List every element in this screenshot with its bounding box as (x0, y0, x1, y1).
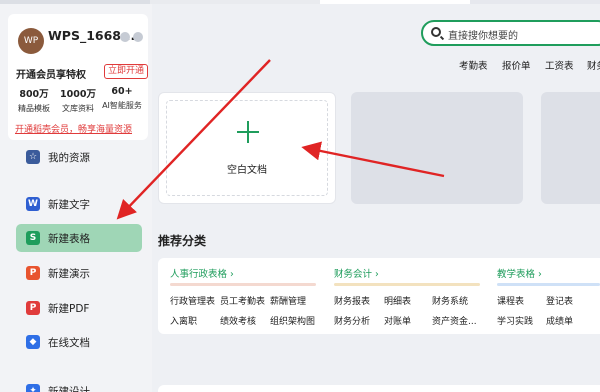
category-teaching-link[interactable]: 教学表格 › (497, 266, 542, 280)
category-title: 教学表格 (497, 269, 536, 280)
category-underline (497, 283, 600, 286)
avatar[interactable]: WP (18, 28, 44, 54)
category-hr-link[interactable]: 人事行政表格 › (170, 266, 234, 280)
nav-label: 新建表格 (48, 233, 90, 245)
stat-value: 1000万 (60, 89, 96, 100)
stat-library[interactable]: 1000万 文库资料 (56, 86, 100, 114)
category-item[interactable]: 组织架构图 (270, 314, 315, 327)
stat-value: 800万 (19, 89, 49, 100)
nav-label: 在线文档 (48, 337, 90, 349)
category-item[interactable]: 登记表 (546, 294, 573, 307)
blank-document-card[interactable]: 空白文档 (158, 92, 336, 204)
stat-templates[interactable]: 800万 精品模板 (12, 86, 56, 114)
chevron-right-icon: › (375, 269, 379, 280)
chevron-right-icon: › (538, 269, 542, 280)
category-item[interactable]: 入离职 (170, 314, 197, 327)
template-card-placeholder[interactable] (351, 92, 523, 204)
category-item[interactable]: 财务报表 (334, 294, 370, 307)
nav-my-resources[interactable]: ☆ 我的资源 (16, 143, 142, 171)
blank-document-label: 空白文档 (227, 165, 267, 176)
search-icon (431, 27, 441, 37)
category-item[interactable]: 明细表 (384, 294, 411, 307)
category-title: 人事行政表格 (170, 269, 228, 280)
stat-label: 文库资料 (62, 104, 94, 113)
section-title: 推荐分类 (158, 234, 207, 248)
quick-link-finance[interactable]: 财务 (587, 58, 600, 72)
category-underline (334, 283, 480, 286)
nav-label: 新建设计 (48, 386, 90, 392)
plus-icon (237, 121, 259, 143)
category-item[interactable]: 行政管理表 (170, 294, 215, 307)
category-item[interactable]: 课程表 (497, 294, 524, 307)
nav-online-doc[interactable]: ◆ 在线文档 (16, 328, 142, 356)
category-item[interactable]: 对账单 (384, 314, 411, 327)
sheet-icon: S (26, 231, 40, 245)
nav-new-doc[interactable]: W 新建文字 (16, 190, 142, 218)
search-box[interactable]: 直接搜你想要的 (421, 20, 600, 46)
panel-edge (158, 385, 600, 392)
category-item[interactable]: 学习实践 (497, 314, 533, 327)
design-icon: ✦ (26, 384, 40, 392)
dashed-border (166, 100, 328, 196)
online-doc-icon: ◆ (26, 335, 40, 349)
nav-label: 我的资源 (48, 152, 90, 164)
category-underline (170, 283, 316, 286)
stat-label: AI智能服务 (102, 101, 142, 110)
quick-link-attendance[interactable]: 考勤表 (459, 58, 488, 72)
category-item[interactable]: 薪酬管理 (270, 294, 306, 307)
vip-badge-icon (133, 32, 143, 42)
quick-link-payroll[interactable]: 工资表 (545, 58, 574, 72)
category-item[interactable]: 资产资金... (432, 314, 477, 327)
sidebar: WP WPS_1668... 开通会员享特权 立即开通 800万 精品模板 10… (0, 4, 152, 392)
nav-label: 新建文字 (48, 199, 90, 211)
promo-link[interactable]: 开通稻壳会员，畅享海量资源 (15, 122, 132, 135)
pdf-icon: P (26, 301, 40, 315)
category-title: 财务会计 (334, 269, 373, 280)
category-item[interactable]: 绩效考核 (220, 314, 256, 327)
nav-new-design[interactable]: ✦ 新建设计 (16, 377, 142, 392)
chevron-right-icon: › (230, 269, 234, 280)
category-item[interactable]: 员工考勤表 (220, 294, 265, 307)
category-finance-link[interactable]: 财务会计 › (334, 266, 379, 280)
quick-link-quotation[interactable]: 报价单 (502, 58, 531, 72)
word-icon: W (26, 197, 40, 211)
vip-title: 开通会员享特权 (16, 70, 86, 81)
level-badge-icon (120, 32, 130, 42)
stat-label: 精品模板 (18, 104, 50, 113)
open-vip-button[interactable]: 立即开通 (104, 64, 149, 79)
profile-card: WP WPS_1668... 开通会员享特权 立即开通 800万 精品模板 10… (8, 14, 149, 140)
resource-icon: ☆ (26, 150, 40, 164)
category-item[interactable]: 财务系统 (432, 294, 468, 307)
nav-new-sheet[interactable]: S 新建表格 (16, 224, 142, 252)
category-item[interactable]: 财务分析 (334, 314, 370, 327)
stat-ai[interactable]: 60+ AI智能服务 (100, 86, 144, 111)
nav-new-slides[interactable]: P 新建演示 (16, 259, 142, 287)
search-input[interactable]: 直接搜你想要的 (448, 27, 518, 42)
nav-label: 新建演示 (48, 268, 90, 280)
category-item[interactable]: 成绩单 (546, 314, 573, 327)
stat-value: 60+ (111, 86, 133, 97)
nav-new-pdf[interactable]: P 新建PDF (16, 294, 142, 322)
slides-icon: P (26, 266, 40, 280)
template-card-placeholder[interactable] (541, 92, 600, 204)
nav-label: 新建PDF (48, 303, 90, 315)
